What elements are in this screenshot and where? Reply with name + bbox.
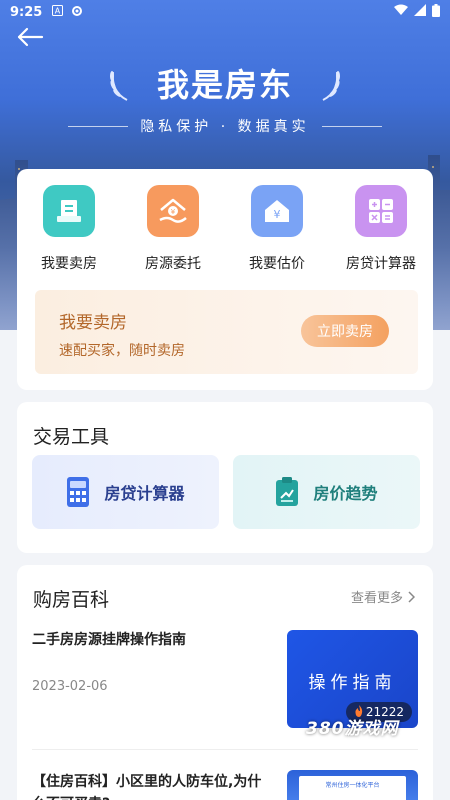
trade-tools-card: 交易工具 房贷计算器 房价趋势 — [17, 402, 433, 553]
status-time: 9:25 — [10, 4, 43, 20]
sell-house-icon — [43, 185, 95, 237]
house-wiki-title: 购房百科 — [33, 589, 110, 611]
signal-icon — [414, 4, 426, 20]
quick-action-sell[interactable]: 我要卖房 — [21, 185, 117, 273]
article-divider — [32, 749, 418, 750]
page-title: 我是房东 — [156, 66, 293, 104]
subtitle-line-left — [68, 125, 129, 127]
calculator-icon — [355, 185, 407, 237]
article-date: 2023-02-06 — [32, 679, 108, 694]
notification-a-icon: A — [52, 5, 64, 19]
view-more-label: 查看更多 — [350, 591, 403, 606]
quick-action-calculator[interactable]: 房贷计算器 — [333, 185, 429, 273]
house-wiki-card: 购房百科 查看更多 二手房房源挂牌操作指南 2023-02-06 操作指南 21… — [17, 565, 433, 800]
calculator-icon — [67, 477, 90, 507]
banner-title: 我要卖房 — [59, 313, 127, 333]
quick-action-label: 我要估价 — [249, 256, 305, 272]
trade-tools-title: 交易工具 — [33, 426, 110, 448]
sell-house-banner[interactable]: 我要卖房 速配买家，随时卖房 立即卖房 — [35, 290, 418, 374]
quick-action-entrust[interactable]: ¥ 房源委托 — [125, 185, 221, 273]
chevron-right-icon — [408, 590, 415, 603]
thumbnail-text: 常州住房一体化平台 — [325, 782, 380, 789]
status-bar: 9:25 A — [0, 0, 450, 24]
valuation-icon: ¥ — [251, 185, 303, 237]
quick-action-label: 房源委托 — [145, 256, 201, 272]
article-thumbnail[interactable]: 常州住房一体化平台 — [287, 770, 418, 800]
svg-text:¥: ¥ — [274, 208, 281, 221]
quick-action-valuation[interactable]: ¥ 我要估价 — [229, 185, 325, 273]
quick-action-label: 房贷计算器 — [346, 256, 416, 272]
sell-now-button[interactable]: 立即卖房 — [301, 315, 389, 347]
tool-label: 房贷计算器 — [104, 484, 185, 503]
thumbnail-inner: 常州住房一体化平台 — [299, 776, 406, 800]
article-title[interactable]: 二手房房源挂牌操作指南 — [32, 629, 272, 649]
quick-action-label: 我要卖房 — [41, 256, 97, 272]
page-subtitle: 隐私保护 · 数据真实 — [0, 116, 450, 136]
quick-actions-card: 我要卖房 ¥ 房源委托 ¥ 我要估价 房贷计算器 我要卖房 速配买家，随时卖房 … — [17, 169, 433, 390]
tool-price-trend[interactable]: 房价趋势 — [233, 455, 420, 529]
thumbnail-text: 操作指南 — [308, 673, 397, 693]
wifi-icon — [394, 4, 408, 20]
tool-label: 房价趋势 — [313, 484, 378, 503]
view-more-link[interactable]: 查看更多 — [351, 587, 415, 606]
article-title[interactable]: 【住房百科】小区里的人防车位,为什么不可买卖? — [32, 771, 272, 800]
entrust-house-icon: ¥ — [147, 185, 199, 237]
back-arrow-icon[interactable] — [16, 26, 46, 50]
subtitle-line-right — [321, 125, 382, 127]
settings-icon — [71, 5, 83, 20]
watermark-text: 380游戏网 — [306, 719, 399, 739]
subtitle-text: 隐私保护 · 数据真实 — [140, 119, 310, 135]
banner-subtitle: 速配买家，随时卖房 — [59, 343, 185, 359]
svg-text:A: A — [55, 7, 61, 16]
clipboard-trend-icon — [276, 477, 299, 506]
tool-mortgage-calculator[interactable]: 房贷计算器 — [32, 455, 219, 529]
battery-icon — [432, 3, 440, 21]
svg-text:¥: ¥ — [171, 208, 176, 216]
